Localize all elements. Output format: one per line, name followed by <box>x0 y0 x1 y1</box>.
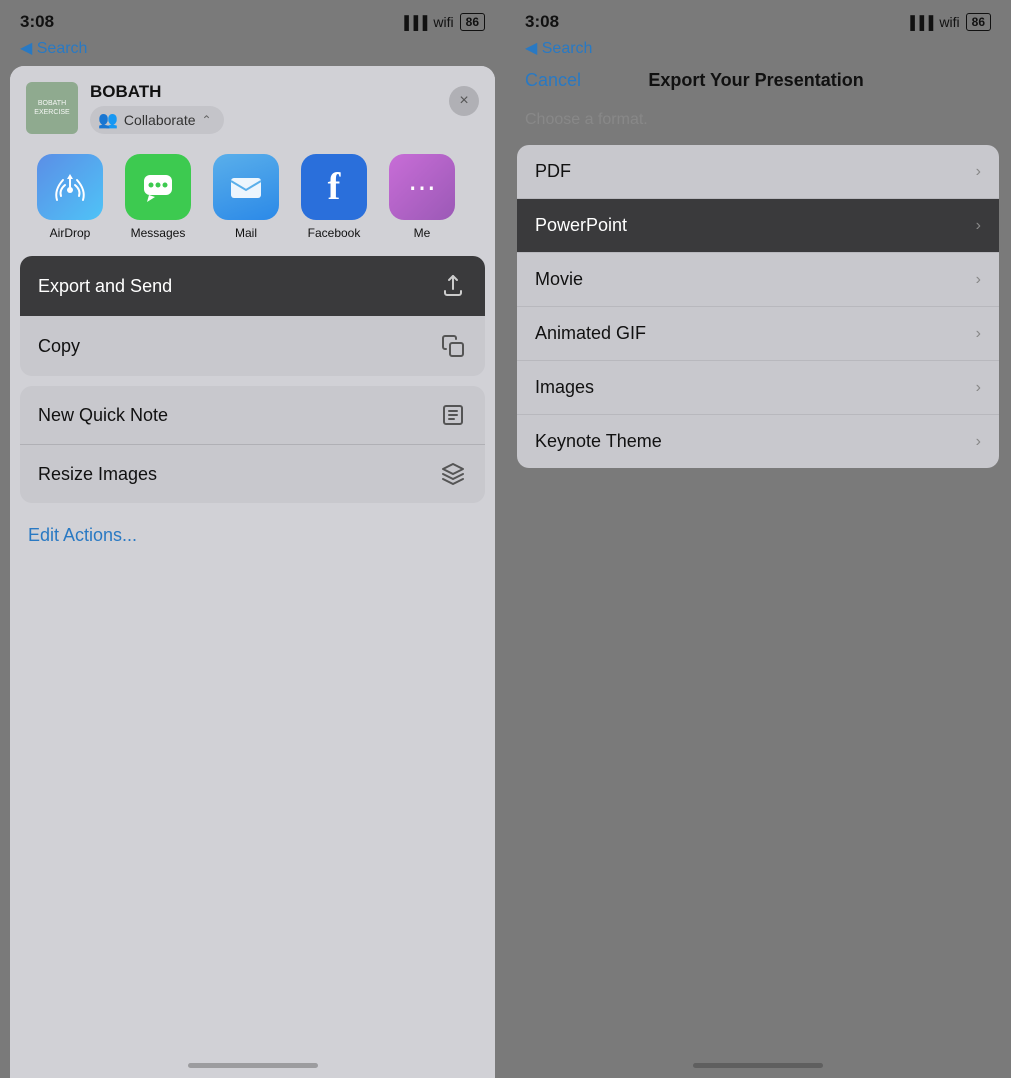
more-icon: ⋯ <box>408 171 436 204</box>
signal-icon-right: ▐▐▐ <box>906 15 934 30</box>
right-panel: 3:08 ▐▐▐ wifi 86 ◀ Search Cancel Export … <box>505 0 1011 1078</box>
format-item-gif[interactable]: Animated GIF › <box>517 306 999 360</box>
status-bar-left: 3:08 ▐▐▐ wifi 86 <box>0 0 505 36</box>
share-header: BOBATH EXERCISE BOBATH 👥 Collaborate ⌃ × <box>10 66 495 144</box>
home-indicator-right <box>693 1063 823 1068</box>
left-panel: 3:08 ▐▐▐ wifi 86 ◀ Search BOBATH EXERCIS… <box>0 0 505 1078</box>
resize-label: Resize Images <box>38 464 157 485</box>
export-title: Export Your Presentation <box>648 70 863 91</box>
status-icons-right: ▐▐▐ wifi 86 <box>906 13 991 31</box>
airdrop-icon <box>37 154 103 220</box>
quick-note-label: New Quick Note <box>38 405 168 426</box>
doc-info: BOBATH EXERCISE BOBATH 👥 Collaborate ⌃ <box>26 82 224 134</box>
share-sheet: BOBATH EXERCISE BOBATH 👥 Collaborate ⌃ × <box>10 66 495 1078</box>
chevron-keynote: › <box>976 433 981 451</box>
format-label-keynote: Keynote Theme <box>535 431 662 452</box>
copy-item[interactable]: Copy <box>20 316 485 376</box>
doc-thumbnail: BOBATH EXERCISE <box>26 82 78 134</box>
copy-label: Copy <box>38 336 80 357</box>
export-send-label: Export and Send <box>38 276 172 297</box>
format-label-pdf: PDF <box>535 161 571 182</box>
time-left: 3:08 <box>20 12 54 32</box>
signal-icon-left: ▐▐▐ <box>400 15 428 30</box>
chevron-powerpoint: › <box>976 217 981 235</box>
battery-left: 86 <box>460 13 485 31</box>
facebook-label: Facebook <box>308 226 361 240</box>
new-quick-note-item[interactable]: New Quick Note <box>20 386 485 444</box>
doc-name: BOBATH <box>90 82 224 102</box>
share-icon <box>439 272 467 300</box>
more-label: Me <box>414 226 431 240</box>
format-item-powerpoint[interactable]: PowerPoint › <box>517 198 999 252</box>
collaborate-label: Collaborate <box>124 112 196 128</box>
export-send-item[interactable]: Export and Send <box>20 256 485 316</box>
more-icon-bg: ⋯ <box>389 154 455 220</box>
status-bar-right: 3:08 ▐▐▐ wifi 86 <box>505 0 1011 36</box>
layers-icon <box>439 460 467 488</box>
format-hint: Choose a format. <box>505 103 1011 145</box>
app-item-more[interactable]: ⋯ Me <box>378 154 466 240</box>
airdrop-label: AirDrop <box>50 226 91 240</box>
format-label-powerpoint: PowerPoint <box>535 215 627 236</box>
doc-details: BOBATH 👥 Collaborate ⌃ <box>90 82 224 134</box>
facebook-f-icon: f <box>328 154 341 220</box>
action-list: Export and Send Copy <box>20 256 485 376</box>
note-icon <box>439 401 467 429</box>
home-indicator-left <box>188 1063 318 1068</box>
app-item-mail[interactable]: Mail <box>202 154 290 240</box>
facebook-icon-bg: f <box>301 154 367 220</box>
mail-icon-bg <box>213 154 279 220</box>
secondary-list: New Quick Note Resize Images <box>20 386 485 503</box>
copy-icon <box>439 332 467 360</box>
messages-icon-bg <box>125 154 191 220</box>
chevron-pdf: › <box>976 163 981 181</box>
format-item-movie[interactable]: Movie › <box>517 252 999 306</box>
format-item-images[interactable]: Images › <box>517 360 999 414</box>
time-right: 3:08 <box>525 12 559 32</box>
back-nav-left[interactable]: ◀ Search <box>0 36 505 66</box>
format-item-keynote[interactable]: Keynote Theme › <box>517 414 999 468</box>
messages-label: Messages <box>131 226 186 240</box>
format-label-images: Images <box>535 377 594 398</box>
chevron-images: › <box>976 379 981 397</box>
mail-label: Mail <box>235 226 257 240</box>
chevron-movie: › <box>976 271 981 289</box>
chevron-icon: ⌃ <box>202 113 212 127</box>
format-label-movie: Movie <box>535 269 583 290</box>
doc-thumbnail-text: BOBATH EXERCISE <box>26 95 78 121</box>
resize-images-item[interactable]: Resize Images <box>20 444 485 503</box>
format-item-pdf[interactable]: PDF › <box>517 145 999 198</box>
back-nav-right[interactable]: ◀ Search <box>505 36 1011 66</box>
chevron-gif: › <box>976 325 981 343</box>
battery-right: 86 <box>966 13 991 31</box>
wifi-icon-left: wifi <box>433 14 453 30</box>
format-list: PDF › PowerPoint › Movie › Animated GIF … <box>517 145 999 468</box>
app-item-messages[interactable]: Messages <box>114 154 202 240</box>
wifi-icon-right: wifi <box>939 14 959 30</box>
app-item-facebook[interactable]: f Facebook <box>290 154 378 240</box>
export-nav: Cancel Export Your Presentation <box>505 66 1011 103</box>
format-label-gif: Animated GIF <box>535 323 646 344</box>
status-icons-left: ▐▐▐ wifi 86 <box>400 13 485 31</box>
edit-actions-button[interactable]: Edit Actions... <box>10 513 495 566</box>
collaborate-row[interactable]: 👥 Collaborate ⌃ <box>90 106 224 134</box>
people-icon: 👥 <box>98 110 118 130</box>
cancel-button[interactable]: Cancel <box>525 70 581 91</box>
close-button[interactable]: × <box>449 86 479 116</box>
apps-row: AirDrop Messages <box>10 144 495 256</box>
app-item-airdrop[interactable]: AirDrop <box>26 154 114 240</box>
